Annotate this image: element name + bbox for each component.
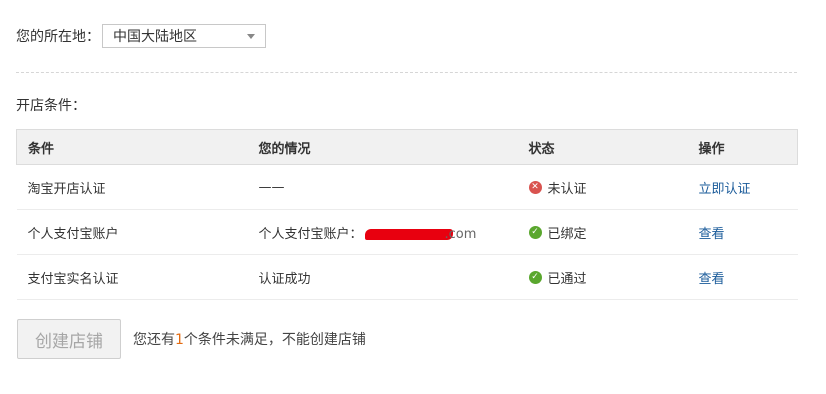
- column-header-action: 操作: [687, 129, 798, 165]
- location-label: 您的所在地：: [16, 29, 100, 45]
- chevron-down-icon: [247, 33, 255, 39]
- status-badge: ✕ 未认证: [528, 178, 587, 197]
- status-text: 未认证: [547, 181, 587, 197]
- condition-cell: 淘宝开店认证: [16, 164, 248, 210]
- check-circle-icon: ✓: [528, 225, 542, 239]
- action-cell: 立即认证: [687, 164, 798, 210]
- create-shop-button[interactable]: 创建店铺: [17, 319, 121, 359]
- action-cell: 查看: [687, 209, 798, 255]
- condition-cell: 个人支付宝账户: [16, 209, 248, 255]
- hint-before: 您还有: [133, 332, 175, 348]
- location-select[interactable]: 中国大陆地区: [102, 24, 266, 48]
- situation-cell: 个人支付宝账户： .com: [247, 209, 518, 255]
- x-circle-icon: ✕: [528, 180, 542, 194]
- status-text: 已绑定: [547, 226, 587, 242]
- location-row: 您的所在地： 中国大陆地区: [16, 23, 266, 49]
- table-row: 支付宝实名认证 认证成功 ✓ 已通过 查看: [16, 254, 798, 300]
- view-link[interactable]: 查看: [699, 272, 725, 287]
- situation-cell: ——: [247, 164, 518, 210]
- column-header-situation: 您的情况: [247, 129, 518, 165]
- hint-count: 1: [175, 332, 184, 348]
- conditions-table: 条件 您的情况 状态 操作 淘宝开店认证 —— ✕ 未认证 立即认证 个人支付宝…: [16, 129, 798, 300]
- unmet-conditions-hint: 您还有1个条件未满足，不能创建店铺: [133, 329, 366, 349]
- column-header-condition: 条件: [16, 129, 248, 165]
- status-cell: ✓ 已通过: [517, 254, 688, 300]
- condition-cell: 支付宝实名认证: [16, 254, 248, 300]
- status-cell: ✓ 已绑定: [517, 209, 688, 255]
- hint-after: 个条件未满足，不能创建店铺: [183, 332, 366, 348]
- action-cell: 查看: [687, 254, 798, 300]
- table-header-row: 条件 您的情况 状态 操作: [16, 129, 798, 165]
- situation-prefix: 个人支付宝账户：: [258, 226, 363, 242]
- status-badge: ✓ 已绑定: [528, 223, 587, 242]
- check-circle-icon: ✓: [528, 270, 542, 284]
- status-cell: ✕ 未认证: [517, 164, 688, 210]
- divider: [16, 72, 797, 73]
- verify-now-link[interactable]: 立即认证: [699, 182, 751, 197]
- table-row: 个人支付宝账户 个人支付宝账户： .com ✓ 已绑定 查看: [16, 209, 798, 255]
- bottom-row: 创建店铺 您还有1个条件未满足，不能创建店铺: [17, 319, 366, 359]
- status-text: 已通过: [547, 271, 587, 287]
- conditions-title: 开店条件：: [16, 98, 86, 114]
- table-row: 淘宝开店认证 —— ✕ 未认证 立即认证: [16, 164, 798, 210]
- view-link[interactable]: 查看: [699, 227, 725, 242]
- status-badge: ✓ 已通过: [528, 268, 587, 287]
- location-selected-value: 中国大陆地区: [113, 29, 197, 45]
- email-suffix: .com: [444, 226, 477, 242]
- situation-cell: 认证成功: [247, 254, 518, 300]
- redaction-mark: [364, 228, 453, 240]
- column-header-status: 状态: [517, 129, 688, 165]
